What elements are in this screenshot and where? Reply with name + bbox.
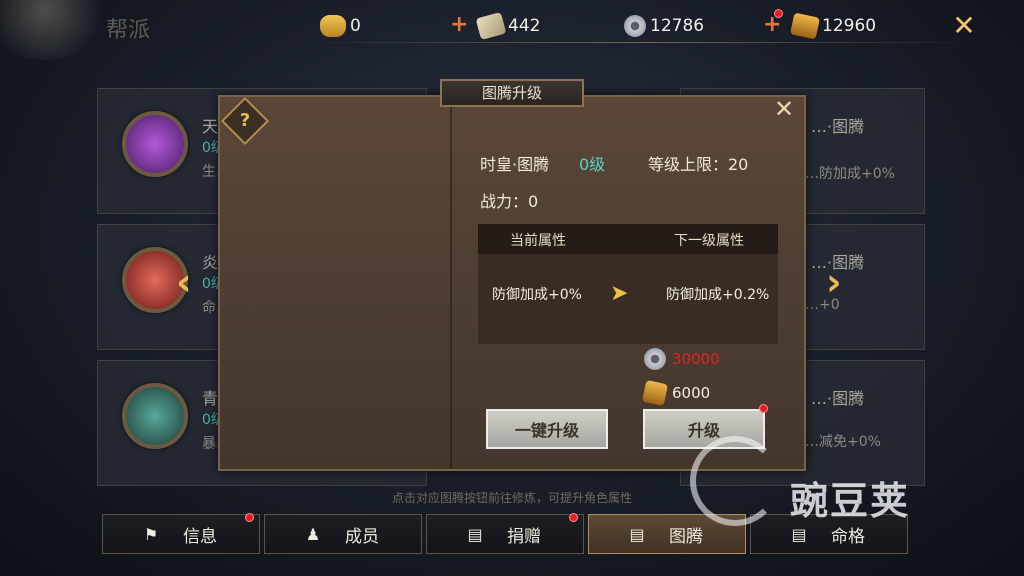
member-icon: ♟	[305, 524, 321, 544]
next-attr-value: 防御加成+0.2%	[666, 287, 770, 303]
next-arrow-icon[interactable]: ›	[826, 260, 842, 304]
token-icon	[789, 12, 821, 40]
arrow-right-icon: ➤	[610, 281, 629, 306]
attribute-header: 当前属性 下一级属性	[478, 224, 778, 254]
tab-info[interactable]: ⚑ 信息	[102, 514, 260, 554]
token-cost: 6000	[641, 379, 711, 407]
scroll-icon	[475, 12, 507, 40]
gold-ingot-icon	[320, 15, 346, 37]
totem-card-name: …·图腾	[811, 389, 865, 408]
moon-decoration	[0, 0, 110, 60]
current-attr-value: 防御加成+0%	[492, 287, 582, 303]
scroll-counter: 442	[475, 10, 541, 42]
dialog-title: 图腾升级	[440, 79, 584, 107]
page-title: 帮派	[106, 18, 151, 43]
tab-notification-dot	[569, 513, 578, 522]
top-divider	[300, 42, 980, 43]
combat-power: 战力：0	[480, 192, 539, 211]
token-value: 12960	[822, 16, 877, 36]
coin-cost-value: 30000	[672, 350, 720, 368]
notification-dot	[774, 9, 783, 18]
watermark-text: 豌豆荚	[790, 479, 911, 523]
coin-icon	[624, 15, 646, 37]
gold-ingot-counter: 0	[320, 10, 361, 42]
current-attr-header: 当前属性	[510, 233, 566, 249]
totem-card-name: …·图腾	[811, 117, 865, 136]
level-cap: 等级上限：20	[648, 155, 749, 174]
add-scroll-button[interactable]: +	[450, 12, 468, 37]
coin-icon	[644, 348, 666, 370]
totem-icon: ▤	[629, 524, 645, 544]
prev-arrow-icon[interactable]: ‹	[176, 260, 192, 304]
tab-label: 成员	[345, 526, 379, 547]
token-cost-value: 6000	[672, 384, 711, 402]
tab-members[interactable]: ♟ 成员	[264, 514, 422, 554]
fate-icon: ▤	[791, 524, 807, 544]
next-attr-header: 下一级属性	[674, 233, 744, 249]
upgrade-notification-dot	[759, 404, 768, 413]
tab-label: 捐赠	[507, 526, 541, 547]
tab-label: 命格	[831, 526, 865, 547]
totem-card-attr: …防加成+0%	[805, 166, 895, 182]
totem-name: 时皇·图腾	[480, 155, 550, 174]
tab-label: 信息	[183, 526, 217, 547]
teal-totem-emblem	[122, 383, 188, 449]
tab-donate[interactable]: ▤ 捐赠	[426, 514, 584, 554]
token-icon	[641, 379, 669, 407]
donate-icon: ▤	[467, 524, 483, 544]
totem-card-attr: …减免+0%	[805, 434, 881, 450]
one-key-upgrade-button[interactable]: 一键升级	[486, 409, 608, 449]
coin-cost: 30000	[644, 348, 720, 370]
question-icon: ?	[239, 110, 251, 131]
dialog-divider	[450, 97, 452, 469]
dialog-close-icon[interactable]: ✕	[771, 96, 797, 122]
close-icon[interactable]: ✕	[950, 12, 978, 40]
attribute-panel: 当前属性 下一级属性 防御加成+0% ➤ 防御加成+0.2%	[478, 224, 778, 344]
watermark-logo	[690, 436, 780, 526]
coin-counter: 12786	[624, 10, 704, 42]
flag-icon: ⚑	[143, 524, 159, 544]
coin-value: 12786	[650, 16, 705, 36]
tab-notification-dot	[245, 513, 254, 522]
token-counter: 12960	[789, 10, 877, 42]
purple-totem-emblem	[122, 111, 188, 177]
totem-level: 0级	[579, 155, 606, 174]
scroll-value: 442	[508, 16, 541, 36]
tab-label: 图腾	[669, 526, 703, 547]
gold-ingot-value: 0	[350, 16, 361, 36]
